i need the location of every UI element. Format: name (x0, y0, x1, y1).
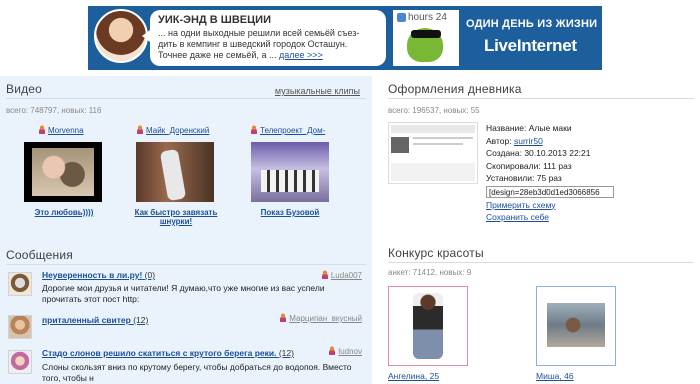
design-created: Создана: 30.10.2013 22:21 (486, 148, 591, 158)
beauty-stats: анкет: 71412, новых: 9 (388, 268, 472, 277)
avatar[interactable] (8, 350, 32, 374)
message-text: Дорогие мои друзья и читатели! Я думаю,ч… (42, 283, 325, 304)
banner-frog-image: hours 24 (393, 10, 459, 66)
message-user-link[interactable]: ludnov (328, 346, 362, 356)
beauty-section-title: Конкурс красоты (388, 246, 484, 260)
video-thumbnail[interactable] (136, 142, 214, 202)
contestant-link[interactable]: Миша, 46 (536, 371, 574, 381)
video-thumbnail[interactable] (24, 142, 102, 202)
user-icon (136, 125, 144, 134)
user-icon (38, 125, 46, 134)
video-thumbnail[interactable] (251, 142, 329, 202)
comment-count: (12) (133, 315, 149, 325)
contestant-photo[interactable] (536, 286, 616, 366)
video-caption-link[interactable]: Как быстро завязать шнурки! (126, 208, 226, 226)
design-installed: Установили: 75 раз (486, 173, 562, 183)
divider (388, 98, 694, 99)
avatar[interactable] (8, 272, 32, 296)
design-copied: Скопировали: 111 раз (486, 160, 572, 171)
video-user-link[interactable]: Майк_Доренский (136, 125, 209, 135)
design-name: Название: Алые маки (486, 123, 572, 133)
contestant-link[interactable]: Ангелина, 25 (388, 371, 439, 381)
video-user-link[interactable]: Morvenna (38, 125, 84, 135)
left-column: Видео музыкальные клипы всего: 748797, н… (0, 76, 372, 384)
message-item: Стадо слонов решило скатиться с крутого … (6, 346, 362, 384)
message-item: приталенный свитер (12) Марципан_вкусный (6, 313, 362, 339)
user-icon (320, 270, 329, 279)
design-code-input[interactable]: [design=28eb3d0d1ed3066856 (486, 185, 614, 198)
design-section-title: Оформления дневника (388, 82, 522, 96)
message-title-link[interactable]: приталенный свитер (12) (42, 315, 148, 325)
divider (6, 264, 366, 265)
video-caption-link[interactable]: Это любовь)))) (14, 208, 114, 217)
message-text: Слоны скользят вниз по крутому берегу, ч… (42, 362, 352, 383)
author-link[interactable]: surrir50 (514, 136, 543, 146)
banner-tag: hours 24 (397, 12, 447, 23)
liveinternet-logo[interactable]: LiveInternet (484, 36, 577, 56)
divider (388, 262, 694, 263)
design-details: Название: Алые маки Автор: surrir50 Созд… (486, 122, 614, 224)
design-stats: всего: 196537, новых: 55 (388, 106, 480, 115)
user-icon (250, 125, 258, 134)
banner-more-link[interactable]: далее >>> (279, 50, 323, 60)
user-icon (279, 313, 288, 322)
messages-section-title: Сообщения (6, 248, 73, 262)
design-preview[interactable] (388, 122, 478, 184)
banner-text: ... на одни выходные решили всей семьёй … (158, 28, 360, 60)
message-user-link[interactable]: Luda007 (320, 270, 362, 280)
message-user-link[interactable]: Марципан_вкусный (279, 313, 362, 323)
avatar[interactable] (8, 315, 32, 339)
banner-photo (94, 9, 148, 63)
message-title-link[interactable]: Стадо слонов решило скатиться с крутого … (42, 348, 294, 358)
video-user-link[interactable]: Телепроект_Дом- (250, 125, 325, 135)
banner-bubble: УИК-ЭНД В ШВЕЦИИ ... на одни выходные ре… (142, 10, 386, 66)
banner-title: УИК-ЭНД В ШВЕЦИИ (158, 14, 271, 26)
divider (6, 98, 366, 99)
save-design-link[interactable]: Сохранить себе (486, 212, 549, 222)
comment-count: (12) (278, 348, 294, 358)
banner-slogan: ОДИН ДЕНЬ ИЗ ЖИЗНИ (466, 18, 598, 30)
sunglasses-icon (411, 30, 441, 38)
tag-icon (397, 12, 406, 22)
apply-scheme-link[interactable]: Примерить схему (486, 200, 556, 210)
contestant-photo[interactable] (388, 286, 468, 366)
message-item: Неуверенность в ли.ру! (0) Luda007 Дорог… (6, 270, 362, 304)
comment-count: (0) (144, 270, 156, 280)
video-stats: всего: 748797, новых: 116 (6, 106, 102, 115)
user-icon (328, 346, 337, 355)
design-author: Автор: surrir50 (486, 135, 543, 146)
video-caption-link[interactable]: Показ Бузовой (240, 208, 340, 217)
music-clips-link[interactable]: музыкальные клипы (275, 86, 360, 96)
right-column: Оформления дневника всего: 196537, новых… (376, 76, 700, 384)
message-title-link[interactable]: Неуверенность в ли.ру! (0) (42, 270, 155, 280)
promo-banner[interactable]: УИК-ЭНД В ШВЕЦИИ ... на одни выходные ре… (88, 6, 602, 70)
video-section-title: Видео (6, 82, 43, 96)
